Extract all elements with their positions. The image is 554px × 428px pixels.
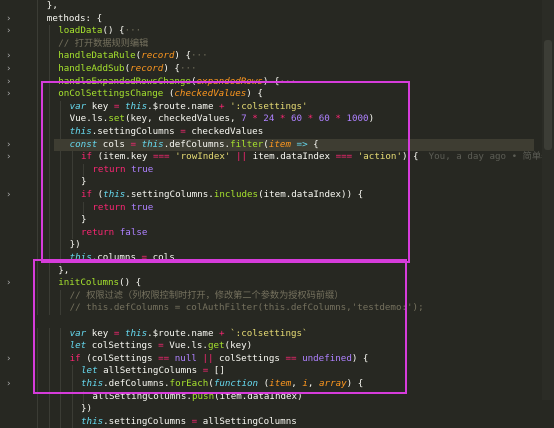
code-token: allSettingColumns <box>197 415 297 427</box>
highlight-box-initcolumns <box>33 259 407 394</box>
code-token: () { <box>102 25 125 37</box>
fold-chevron-icon[interactable]: › <box>6 88 11 101</box>
fold-chevron-icon[interactable]: › <box>6 13 11 26</box>
fold-chevron-icon[interactable]: › <box>6 139 11 152</box>
code-line[interactable]: loadData() {··· <box>24 25 141 38</box>
code-token: record <box>141 50 175 62</box>
fold-chevron-icon[interactable]: › <box>6 151 11 164</box>
code-token: methods: { <box>46 12 103 24</box>
code-token: ) { <box>163 63 180 74</box>
code-token: loadData <box>58 25 103 37</box>
code-line[interactable]: methods: { <box>24 13 102 26</box>
code-token: ) { <box>174 50 191 62</box>
highlight-box-oncolsettingschange <box>41 81 410 263</box>
code-editor[interactable]: › › › › › › › › › › › › }, methods: {loadData() {···… <box>0 0 554 428</box>
code-line[interactable]: }) <box>24 403 92 416</box>
git-blame-annotation: You, a day ago • 简单表单增加 <box>428 151 554 163</box>
code-line[interactable]: handleDataRule(record) {··· <box>24 50 208 63</box>
code-token: }, <box>46 0 58 11</box>
vertical-scrollbar[interactable] <box>542 0 554 400</box>
fold-chevron-icon[interactable]: › <box>6 189 11 202</box>
fold-chevron-icon[interactable]: › <box>6 63 11 76</box>
code-line[interactable]: // 打开数据规则编辑 <box>24 38 148 51</box>
code-line[interactable]: handleAddSub(record) {··· <box>24 63 197 76</box>
code-token: handleAddSub <box>58 63 125 74</box>
code-token: ··· <box>179 63 197 74</box>
code-token: .settingColumns <box>103 415 192 427</box>
fold-chevron-icon[interactable]: › <box>6 25 11 38</box>
fold-chevron-icon[interactable]: › <box>6 76 11 89</box>
fold-chevron-icon[interactable]: › <box>6 50 11 63</box>
fold-chevron-icon[interactable]: › <box>6 378 11 391</box>
code-token: ··· <box>124 25 142 37</box>
code-token: this <box>81 415 104 427</box>
code-token: }) <box>81 403 93 415</box>
code-line[interactable]: }, <box>24 0 58 13</box>
code-token: handleDataRule <box>58 50 136 62</box>
code-token: record <box>130 63 164 74</box>
code-line[interactable]: this.settingColumns = allSettingColumns <box>24 416 297 428</box>
fold-chevron-icon[interactable]: › <box>6 277 11 290</box>
code-token: ··· <box>191 50 208 62</box>
editor-gutter: › › › › › › › › › › › › <box>0 0 22 400</box>
fold-chevron-icon[interactable]: › <box>6 353 11 366</box>
scrollbar-thumb[interactable] <box>544 40 552 150</box>
code-token: // 打开数据规则编辑 <box>58 37 149 49</box>
